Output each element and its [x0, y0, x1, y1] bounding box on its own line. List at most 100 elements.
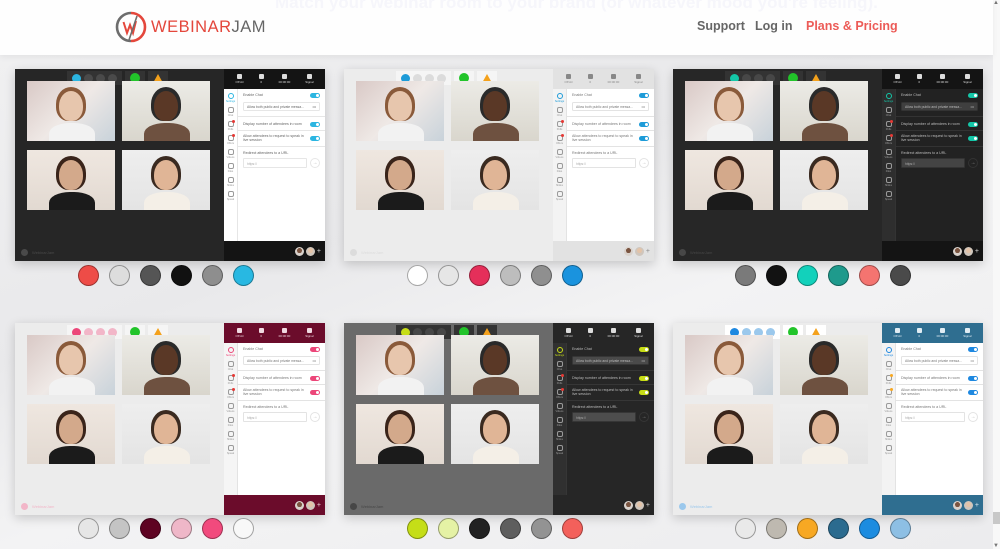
color-swatch[interactable] [438, 518, 459, 539]
theme-preview-light-blue[interactable]: WebinarJam Off Air 0 00:00:00 Signal Settings… [344, 69, 654, 261]
nav-login-link[interactable]: Log in [755, 19, 793, 33]
video-tile[interactable] [685, 335, 773, 395]
video-tile[interactable] [780, 150, 868, 210]
scroll-down-arrow-icon[interactable]: ▼ [993, 543, 999, 549]
panel-nav-videos[interactable]: Videos [882, 149, 895, 159]
video-tile[interactable] [27, 81, 115, 141]
panel-nav-files[interactable]: Files [882, 163, 895, 173]
color-swatch[interactable] [233, 518, 254, 539]
display-count-toggle[interactable] [639, 376, 649, 381]
panel-nav-offers[interactable]: Offers [553, 134, 566, 145]
color-swatch[interactable] [469, 518, 490, 539]
video-tile[interactable] [356, 335, 444, 395]
display-count-toggle[interactable] [310, 376, 320, 381]
enable-chat-toggle[interactable] [639, 93, 649, 98]
chat-mode-select[interactable]: Allow both public and private messa... ••… [243, 356, 320, 365]
panel-nav-slides[interactable]: Slides [224, 177, 237, 187]
video-tile[interactable] [356, 404, 444, 464]
chat-mode-select[interactable]: Allow both public and private messa... ••… [572, 102, 649, 111]
avatar[interactable] [963, 246, 973, 256]
avatar[interactable] [294, 500, 304, 510]
scroll-up-arrow-icon[interactable]: ▲ [993, 0, 999, 6]
panel-nav-slides[interactable]: Slides [553, 177, 566, 187]
panel-nav-slides[interactable]: Slides [882, 431, 895, 441]
arrow-right-icon[interactable]: → [968, 412, 978, 423]
arrow-right-icon[interactable]: → [310, 412, 320, 423]
panel-nav-chat[interactable]: Chat [553, 107, 566, 117]
panel-nav-files[interactable]: Files [224, 417, 237, 427]
avatar[interactable] [623, 246, 633, 256]
panel-nav-offers[interactable]: Offers [882, 134, 895, 145]
video-tile[interactable] [685, 150, 773, 210]
video-tile[interactable] [780, 404, 868, 464]
panel-nav-settings[interactable]: Settings [224, 93, 237, 103]
color-swatch[interactable] [562, 265, 583, 286]
avatar[interactable] [634, 500, 644, 510]
theme-preview-dark-cyan[interactable]: WebinarJam Off Air 0 00:00:00 Signal Settings… [15, 69, 325, 261]
panel-nav-polls[interactable]: Polls [882, 374, 895, 385]
panel-nav-speak[interactable]: Speak [224, 445, 237, 455]
panel-nav-polls[interactable]: Polls [224, 120, 237, 131]
color-swatch[interactable] [171, 265, 192, 286]
video-tile[interactable] [356, 150, 444, 210]
panel-nav-speak[interactable]: Speak [553, 445, 566, 455]
allow-speak-toggle[interactable] [310, 135, 320, 141]
panel-nav-videos[interactable]: Videos [224, 403, 237, 413]
allow-speak-toggle[interactable] [639, 135, 649, 141]
color-swatch[interactable] [797, 265, 818, 286]
panel-nav-slides[interactable]: Slides [882, 177, 895, 187]
avatar[interactable] [952, 500, 962, 510]
color-swatch[interactable] [890, 265, 911, 286]
video-tile[interactable] [27, 335, 115, 395]
video-tile[interactable] [685, 404, 773, 464]
color-swatch[interactable] [531, 518, 552, 539]
avatar[interactable] [963, 500, 973, 510]
color-swatch[interactable] [109, 265, 130, 286]
video-tile[interactable] [451, 335, 539, 395]
theme-preview-gray-lime[interactable]: WebinarJam Off Air 0 00:00:00 Signal Settings… [344, 323, 654, 515]
color-swatch[interactable] [735, 265, 756, 286]
color-swatch[interactable] [500, 265, 521, 286]
panel-nav-settings[interactable]: Settings [553, 347, 566, 357]
redirect-url-input[interactable]: https:// [901, 158, 965, 169]
color-swatch[interactable] [469, 265, 490, 286]
panel-nav-settings[interactable]: Settings [882, 347, 895, 357]
video-tile[interactable] [685, 81, 773, 141]
panel-nav-chat[interactable]: Chat [224, 107, 237, 117]
color-swatch[interactable] [859, 518, 880, 539]
panel-nav-slides[interactable]: Slides [553, 431, 566, 441]
panel-nav-offers[interactable]: Offers [224, 388, 237, 399]
panel-nav-videos[interactable]: Videos [553, 149, 566, 159]
color-swatch[interactable] [140, 518, 161, 539]
chat-mode-select[interactable]: Allow both public and private messa... ••… [572, 356, 649, 365]
panel-nav-speak[interactable]: Speak [882, 445, 895, 455]
add-attendee-icon[interactable]: + [317, 502, 321, 509]
enable-chat-toggle[interactable] [310, 347, 320, 352]
color-swatch[interactable] [407, 265, 428, 286]
panel-nav-polls[interactable]: Polls [224, 374, 237, 385]
video-tile[interactable] [122, 81, 210, 141]
color-swatch[interactable] [78, 518, 99, 539]
color-swatch[interactable] [828, 518, 849, 539]
panel-nav-settings[interactable]: Settings [882, 93, 895, 103]
chat-mode-select[interactable]: Allow both public and private messa... ••… [901, 356, 978, 365]
avatar[interactable] [305, 246, 315, 256]
color-swatch[interactable] [828, 265, 849, 286]
arrow-right-icon[interactable]: → [310, 158, 320, 169]
panel-nav-polls[interactable]: Polls [882, 120, 895, 131]
panel-nav-videos[interactable]: Videos [882, 403, 895, 413]
panel-nav-speak[interactable]: Speak [224, 191, 237, 201]
video-tile[interactable] [780, 81, 868, 141]
panel-nav-files[interactable]: Files [224, 163, 237, 173]
color-swatch[interactable] [562, 518, 583, 539]
nav-plans-pricing-link[interactable]: Plans & Pricing [806, 19, 898, 33]
video-tile[interactable] [122, 404, 210, 464]
color-swatch[interactable] [500, 518, 521, 539]
color-swatch[interactable] [140, 265, 161, 286]
color-swatch[interactable] [171, 518, 192, 539]
allow-speak-toggle[interactable] [639, 389, 649, 395]
video-tile[interactable] [27, 150, 115, 210]
display-count-toggle[interactable] [968, 376, 978, 381]
video-tile[interactable] [451, 150, 539, 210]
display-count-toggle[interactable] [968, 122, 978, 127]
